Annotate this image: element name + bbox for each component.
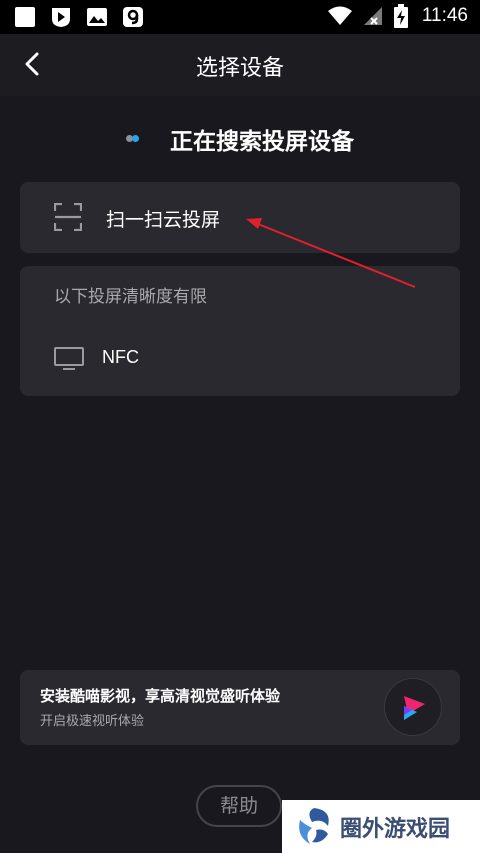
tv-icon — [54, 347, 84, 370]
no-signal-icon — [363, 7, 382, 25]
kumiao-app-button[interactable] — [384, 678, 442, 736]
clock: 11:46 — [421, 5, 468, 26]
notification-icons — [14, 6, 144, 28]
battery-charging-icon — [393, 4, 408, 28]
watermark: 圈外游戏园 — [282, 800, 480, 853]
title-bar: 选择设备 — [0, 34, 480, 96]
device-name: NFC — [102, 347, 139, 367]
search-status: 正在搜索投屏设备 — [0, 122, 480, 156]
scan-cloud-cast-label: 扫一扫云投屏 — [106, 209, 221, 231]
search-status-text: 正在搜索投屏设备 — [170, 129, 354, 155]
kumiao-logo-icon — [404, 696, 425, 720]
page-title: 选择设备 — [195, 56, 284, 81]
watermark-logo-icon — [299, 808, 329, 844]
limited-devices-card: 以下投屏清晰度有限 NFC — [20, 266, 460, 396]
status-bar: 11:46 — [0, 0, 480, 34]
watermark-text: 圈外游戏园 — [340, 817, 451, 842]
scan-icon — [54, 203, 82, 231]
help-button[interactable]: 帮助 — [196, 785, 282, 827]
play-shield-icon — [52, 8, 70, 27]
loading-dots-icon — [126, 133, 144, 145]
promo-banner[interactable]: 安装酷喵影视，享高清视觉盛听体验 开启极速视听体验 — [20, 670, 460, 745]
wifi-icon — [327, 6, 352, 25]
device-item-nfc[interactable]: NFC — [20, 331, 460, 387]
limited-section-header: 以下投屏清晰度有限 — [54, 287, 207, 307]
scan-cloud-cast-button[interactable]: 扫一扫云投屏 — [20, 182, 460, 253]
square-notification-icon — [15, 7, 35, 27]
promo-subtitle: 开启极速视听体验 — [40, 714, 145, 729]
system-icons: 11:46 — [327, 4, 468, 28]
app-9-icon — [123, 7, 143, 27]
promo-title: 安装酷喵影视，享高清视觉盛听体验 — [40, 687, 281, 705]
image-icon — [87, 8, 107, 26]
